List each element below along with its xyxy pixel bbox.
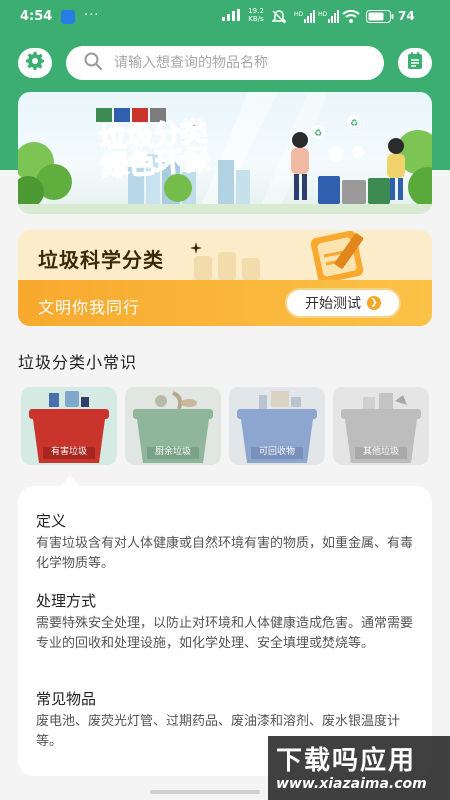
category-label: 有害垃圾 [50,447,87,457]
mute-icon [271,10,287,28]
category-label: 厨余垃圾 [154,447,191,457]
definition-heading: 定义 [36,512,67,530]
hd-signal-icon: HD [294,10,316,27]
home-indicator[interactable] [150,790,260,794]
watermark: 下载吗应用 www.xiazaima.com [268,736,450,800]
svg-text:♻: ♻ [350,119,358,129]
category-tab-other[interactable]: 其他垃圾 [333,387,429,465]
network-speed: 19.2 KB/s [248,7,264,23]
promo-banner[interactable]: 垃圾分类 绿色环保 ♻ ♻ [18,92,432,214]
sorting-bins-decoration [194,252,260,280]
category-label: 其他垃圾 [362,447,399,457]
wifi-icon [342,10,360,27]
handling-text: 需要特殊安全处理，以防止对环境和人体健康造成危害。通常需要专业的回收和处理设施，… [36,616,414,651]
search-bar[interactable] [66,46,384,80]
search-input[interactable] [114,55,364,71]
category-tab-recyclable[interactable]: 可回收物 [229,387,325,465]
start-test-button[interactable]: 开始测试 ❯ [285,288,401,318]
more-notifications-icon: ··· [84,8,100,23]
garbage-sorting-banner-illustration: 垃圾分类 绿色环保 ♻ ♻ [18,92,432,214]
status-bar: 4:54 ··· 19.2 KB/s HD HD 74 [0,0,450,34]
hd-signal-2-icon: HD [318,10,340,27]
definition-text: 有害垃圾含有对人体健康或自然环境有害的物质，如重金属、有毒化学物质等。 [36,536,414,571]
category-tab-hazardous[interactable]: 有害垃圾 [21,387,117,465]
arrow-right-icon: ❯ [367,296,381,310]
quiz-slogan: 文明你我同行 [38,298,141,317]
category-label: 可回收物 [258,447,295,457]
search-icon [84,52,102,74]
quiz-title: 垃圾科学分类 [38,248,164,272]
category-tab-kitchen[interactable]: 厨余垃圾 [125,387,221,465]
start-test-label: 开始测试 [305,296,361,312]
quiz-bottom-bar: 文明你我同行 开始测试 ❯ [18,280,432,326]
watermark-url: www.xiazaima.com [276,776,427,792]
svg-text:HD: HD [294,11,304,18]
svg-text:♻: ♻ [314,129,322,139]
signal-icon [222,9,240,25]
gear-icon [25,51,45,75]
watermark-title: 下载吗应用 [276,746,417,776]
info-card-pointer [60,476,80,486]
app-notification-icon [61,10,75,24]
settings-button[interactable] [18,48,52,78]
common-items-heading: 常见物品 [36,690,97,708]
handling-heading: 处理方式 [36,592,97,610]
notebook-icon [405,51,425,75]
notebook-button[interactable] [398,48,432,78]
section-title: 垃圾分类小常识 [18,353,138,372]
status-time: 4:54 [20,9,53,24]
info-card: 定义 有害垃圾含有对人体健康或自然环境有害的物质，如重金属、有毒化学物质等。 处… [18,486,432,776]
battery-icon [366,10,394,27]
battery-percentage: 74 [398,9,415,23]
svg-text:HD: HD [318,11,328,18]
clipboard-pencil-icon [310,230,364,284]
quiz-card[interactable]: 垃圾科学分类 文明你我同行 开始测试 ❯ [18,230,432,326]
